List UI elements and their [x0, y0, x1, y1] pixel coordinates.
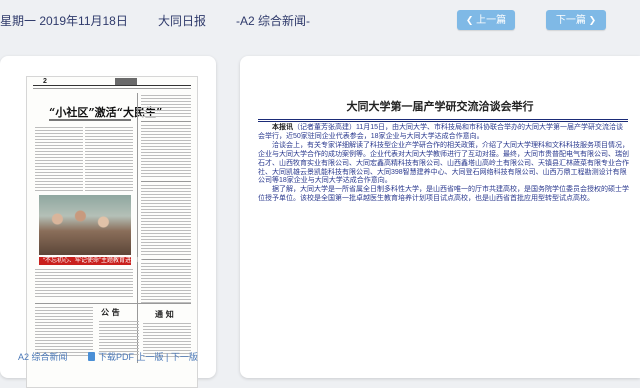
thumbnail-text-block — [35, 127, 83, 191]
article-panel: 大同大学第一届产学研交流洽谈会举行 本报讯（记者董芳张高建）11月15日，由大同… — [240, 56, 640, 378]
page-label: -A2 综合新闻- — [236, 14, 311, 28]
next-article-label: 下一篇 — [555, 15, 586, 26]
next-article-button[interactable]: 下一篇 ❯ — [546, 10, 606, 30]
thumbnail-text-block — [141, 185, 191, 255]
footer-page-link[interactable]: A2 综合新闻 — [18, 350, 68, 363]
thumbnail-red-banner-text: “不忘初心、牢记使命”主题教育进行时 — [43, 258, 143, 264]
prev-article-button[interactable]: ❮ 上一篇 — [457, 10, 515, 30]
article-lead: 本报讯 — [272, 124, 293, 131]
article-paragraph: 本报讯（记者董芳张高建）11月15日，由大同大学、市科技局和市科协联合举办的大同… — [258, 124, 630, 142]
thumbnail-text-block — [141, 95, 191, 119]
chevron-left-icon: ❮ — [465, 15, 474, 25]
thumbnail-divider — [141, 181, 191, 182]
thumbnail-divider — [141, 121, 191, 122]
newspaper-page-thumbnail[interactable]: 2 “小社区”激活“大民生” “不忘初心、牢记使命”主题教育进行时 公 告 通 … — [26, 76, 198, 388]
prev-article-label: 上一篇 — [476, 15, 507, 26]
thumbnail-text-block — [141, 263, 191, 303]
thumbnail-notice-title: 通 知 — [155, 309, 174, 319]
thumbnail-notice-title: 公 告 — [101, 307, 120, 317]
footer-links[interactable]: 下载PDF 上一版 | 下一版 — [88, 350, 198, 363]
thumbnail-rule — [33, 85, 191, 86]
thumbnail-photo — [39, 195, 131, 255]
article-title: 大同大学第一届产学研交流洽谈会举行 — [346, 101, 534, 113]
download-pdf-link[interactable]: 下载PDF 上一版 | 下一版 — [98, 352, 198, 362]
pdf-icon — [88, 352, 95, 361]
thumbnail-page-number: 2 — [43, 78, 47, 85]
thumbnail-section-tag — [115, 78, 137, 85]
thumbnail-divider — [35, 303, 191, 304]
thumbnail-text-block — [141, 125, 191, 177]
page-thumbnail-panel: 2 “小社区”激活“大民生” “不忘初心、牢记使命”主题教育进行时 公 告 通 … — [0, 56, 216, 388]
title-rule — [258, 119, 628, 120]
article-paragraph-text: （记者董芳张高建）11月15日，由大同大学、市科技局和市科协联合举办的大同大学第… — [258, 124, 624, 140]
thumbnail-red-banner: “不忘初心、牢记使命”主题教育进行时 — [39, 257, 143, 265]
thumbnail-divider — [141, 259, 191, 260]
issue-date: 星期一 2019年11月18日 — [0, 14, 128, 28]
paper-name: 大同日报 — [158, 14, 207, 28]
thumbnail-text-block — [85, 127, 133, 191]
article-body: 本报讯（记者董芳张高建）11月15日，由大同大学、市科技局和市科协联合举办的大同… — [258, 124, 630, 204]
page-header: 星期一 2019年11月18日 大同日报 -A2 综合新闻- ❮ 上一篇 下一篇… — [0, 0, 640, 40]
thumbnail-text-block — [35, 269, 133, 299]
thumbnail-subheadline — [49, 119, 131, 121]
chevron-right-icon: ❯ — [588, 15, 597, 25]
article-paragraph: 洽谈会上，有关专家详细解读了科技型企业产学研合作的相关政策，介绍了大同大学理科和… — [258, 141, 629, 185]
title-rule — [258, 121, 628, 122]
thumbnail-rule — [33, 88, 191, 89]
article-paragraph: 据了解，大同大学是一所省属全日制多科性大学，是山西省唯一的厅市共建高校，是国务院… — [258, 186, 629, 203]
